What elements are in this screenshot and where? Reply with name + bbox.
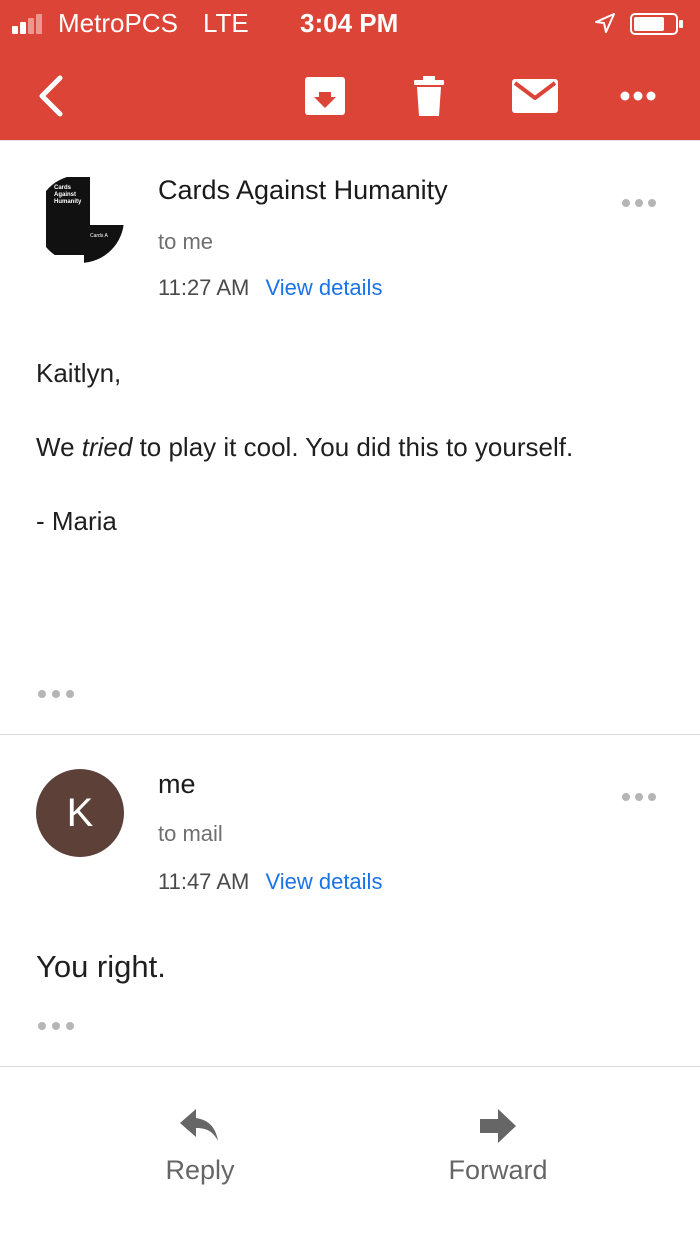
cards-against-humanity-logo: Cards Against Humanity Cards A bbox=[46, 177, 124, 263]
view-details-link[interactable]: View details bbox=[265, 275, 382, 300]
recipient-line: to me bbox=[158, 229, 214, 254]
forward-label: Forward bbox=[448, 1155, 548, 1185]
reply-label: Reply bbox=[165, 1155, 235, 1185]
body-paragraph: We tried to play it cool. You did this t… bbox=[36, 432, 574, 462]
battery-icon bbox=[630, 13, 683, 35]
message-body: You right. bbox=[36, 949, 166, 984]
svg-text:Cards A: Cards A bbox=[90, 233, 108, 239]
app-header: MetroPCS LTE 3:04 PM bbox=[0, 0, 700, 140]
sender-name: Cards Against Humanity bbox=[158, 175, 448, 205]
mark-unread-button[interactable] bbox=[508, 66, 562, 126]
network-type: LTE bbox=[203, 8, 249, 38]
reply-button[interactable]: Reply bbox=[125, 1109, 275, 1186]
svg-text:Against: Against bbox=[54, 192, 76, 198]
back-icon bbox=[39, 75, 63, 117]
message-body: Kaitlyn, We tried to play it cool. You d… bbox=[36, 355, 656, 539]
svg-text:Humanity: Humanity bbox=[54, 199, 82, 205]
recipient-line: to mail bbox=[158, 821, 223, 846]
show-quoted-text-button[interactable] bbox=[38, 689, 74, 699]
forward-button[interactable]: Forward bbox=[423, 1109, 573, 1186]
more-options-button[interactable] bbox=[612, 66, 664, 126]
svg-text:Cards: Cards bbox=[54, 185, 72, 191]
message-more-button[interactable] bbox=[622, 197, 656, 209]
trash-icon bbox=[414, 76, 444, 116]
body-greeting: Kaitlyn, bbox=[36, 358, 122, 388]
sender-avatar[interactable]: K bbox=[36, 769, 124, 857]
message-toolbar bbox=[0, 56, 700, 140]
show-quoted-text-button[interactable] bbox=[38, 1021, 74, 1031]
forward-icon bbox=[480, 1109, 516, 1143]
delete-button[interactable] bbox=[406, 66, 452, 126]
more-icon bbox=[620, 91, 656, 101]
message-time: 11:27 AM bbox=[158, 275, 250, 300]
archive-icon bbox=[305, 77, 345, 115]
signal-strength-icon bbox=[12, 14, 52, 34]
carrier-name: MetroPCS bbox=[58, 8, 178, 38]
status-time: 3:04 PM bbox=[300, 8, 399, 38]
message-time: 11:47 AM bbox=[158, 869, 250, 894]
location-arrow-icon bbox=[595, 13, 615, 33]
message-cards-against-humanity: Cards Against Humanity Cards A Cards Aga… bbox=[0, 140, 700, 732]
reply-footer: Reply Forward bbox=[0, 1066, 700, 1244]
reply-icon bbox=[180, 1109, 218, 1141]
back-button[interactable] bbox=[28, 66, 72, 126]
status-bar: MetroPCS LTE 3:04 PM bbox=[0, 0, 700, 46]
message-meta: 11:47 AM View details bbox=[158, 869, 382, 895]
body-signature: - Maria bbox=[36, 506, 117, 536]
sender-name: me bbox=[158, 769, 196, 799]
message-more-button[interactable] bbox=[622, 791, 656, 803]
mail-icon bbox=[512, 79, 558, 113]
sender-avatar[interactable]: Cards Against Humanity Cards A bbox=[36, 175, 124, 263]
archive-button[interactable] bbox=[300, 66, 350, 126]
view-details-link[interactable]: View details bbox=[265, 869, 382, 894]
message-me: K me to mail 11:47 AM View details You r… bbox=[0, 734, 700, 1066]
message-meta: 11:27 AM View details bbox=[158, 275, 382, 301]
